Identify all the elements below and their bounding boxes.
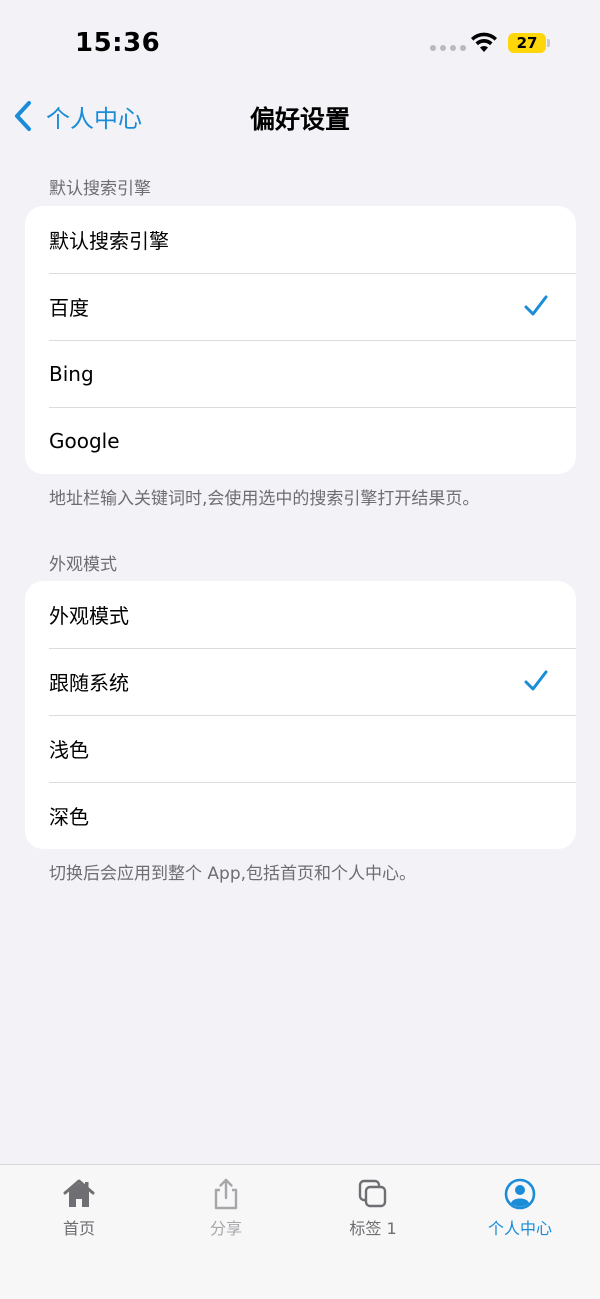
tabs-icon — [358, 1179, 387, 1208]
navigation-bar: 个人中心 偏好设置 — [0, 88, 600, 144]
row-label: 外观模式 — [49, 604, 129, 628]
search-engine-title-row: 默认搜索引擎 — [25, 206, 576, 273]
appearance-section-footer: 切换后会应用到整个 App,包括首页和个人中心。 — [49, 864, 417, 884]
search-engine-section-header: 默认搜索引擎 — [49, 179, 151, 199]
share-icon — [214, 1178, 238, 1210]
tab-label: 分享 — [209, 1219, 242, 1238]
wifi-icon — [471, 32, 497, 52]
appearance-section-header: 外观模式 — [49, 555, 117, 575]
battery-icon: 27 — [508, 33, 550, 53]
page-title: 偏好设置 — [249, 105, 350, 134]
search-option-google[interactable]: Google — [25, 407, 576, 474]
tab-label: 首页 — [62, 1219, 95, 1238]
checkmark-icon — [524, 670, 548, 691]
battery-level: 27 — [516, 34, 538, 52]
tab-bar: 首页 分享 标签 1 个人中心 — [0, 1164, 600, 1299]
row-label: 深色 — [49, 805, 89, 829]
appearance-option-system[interactable]: 跟随系统 — [25, 648, 576, 715]
house-icon — [63, 1179, 95, 1207]
row-label: Google — [49, 428, 120, 453]
row-label: Bing — [49, 361, 94, 386]
row-label: 浅色 — [49, 738, 89, 762]
person-circle-icon — [504, 1178, 536, 1210]
search-option-baidu[interactable]: 百度 — [25, 273, 576, 340]
appearance-title-row: 外观模式 — [25, 581, 576, 648]
checkmark-icon — [524, 295, 548, 316]
appearance-option-light[interactable]: 浅色 — [25, 715, 576, 782]
tab-label: 标签 1 — [349, 1219, 397, 1238]
search-engine-group: 默认搜索引擎 百度 Bing Google — [25, 206, 576, 474]
tab-home[interactable]: 首页 — [19, 1177, 139, 1239]
row-label: 百度 — [49, 296, 89, 320]
row-label: 跟随系统 — [49, 671, 129, 695]
tab-tabs[interactable]: 标签 1 — [313, 1177, 433, 1239]
tab-share[interactable]: 分享 — [166, 1177, 286, 1239]
tab-profile[interactable]: 个人中心 — [460, 1177, 580, 1239]
tab-label: 个人中心 — [487, 1219, 552, 1238]
search-option-bing[interactable]: Bing — [25, 340, 576, 407]
status-time: 15:36 — [75, 28, 161, 58]
cellular-signal-icon — [430, 45, 466, 51]
row-label: 默认搜索引擎 — [49, 229, 169, 253]
status-bar: 15:36 27 — [0, 0, 600, 88]
search-engine-section-footer: 地址栏输入关键词时,会使用选中的搜索引擎打开结果页。 — [49, 489, 480, 509]
appearance-group: 外观模式 跟随系统 浅色 深色 — [25, 581, 576, 849]
appearance-option-dark[interactable]: 深色 — [25, 782, 576, 849]
